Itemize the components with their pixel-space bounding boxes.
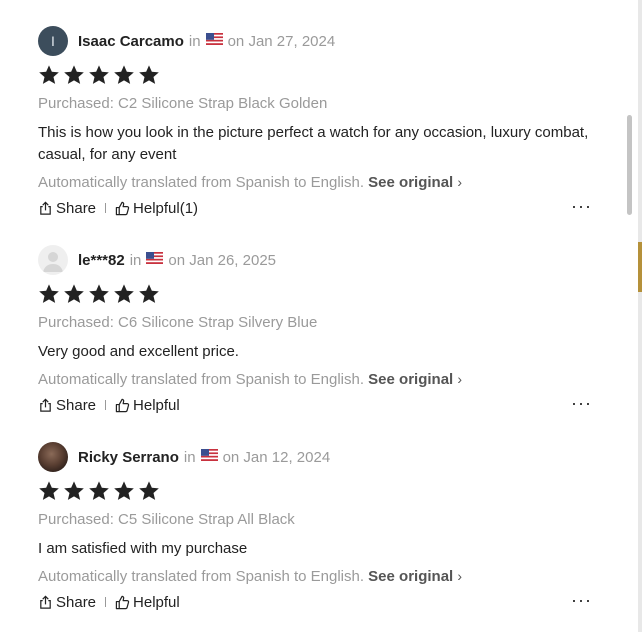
review-date: on Jan 12, 2024 (222, 448, 331, 466)
share-label: Share (56, 396, 97, 414)
star-icon (139, 481, 159, 500)
more-options-icon[interactable]: ··· (571, 591, 592, 609)
star-icon (89, 284, 109, 303)
divider (105, 400, 107, 410)
helpful-button[interactable]: Helpful (115, 397, 180, 414)
avatar (38, 245, 68, 275)
translation-note: Automatically translated from Spanish to… (38, 172, 608, 192)
star-rating (38, 480, 608, 502)
helpful-button[interactable]: Helpful (115, 594, 180, 611)
chevron-right-icon: › (457, 568, 463, 584)
star-icon (89, 65, 109, 84)
helpful-label: Helpful(1) (133, 199, 199, 217)
review-text: This is how you look in the picture perf… (38, 124, 589, 163)
star-icon (39, 65, 59, 84)
in-label: in (129, 251, 142, 269)
review-item: le***82 in on Jan 26, 2025 Purchased: C6… (38, 245, 608, 415)
star-icon (114, 481, 134, 500)
star-icon (39, 481, 59, 500)
review-actions: Share Helpful ··· (38, 591, 608, 612)
star-icon (64, 481, 84, 500)
star-rating (38, 64, 608, 86)
divider (105, 203, 107, 213)
star-icon (39, 284, 59, 303)
purchased-item: Purchased: C6 Silicone Strap Silvery Blu… (38, 314, 318, 331)
in-label: in (188, 32, 201, 50)
share-label: Share (56, 593, 97, 611)
helpful-label: Helpful (133, 593, 180, 611)
avatar (38, 442, 68, 472)
share-icon (40, 595, 51, 609)
review-date: on Jan 26, 2025 (168, 251, 276, 269)
translation-text: Automatically translated from Spanish to… (38, 371, 364, 388)
see-original-link[interactable]: See original (368, 568, 453, 585)
share-button[interactable]: Share (38, 594, 96, 611)
helpful-label: Helpful (133, 396, 180, 414)
divider (105, 597, 107, 607)
star-icon (89, 481, 109, 500)
reviewer-name: Isaac Carcamo (78, 32, 184, 50)
more-options-icon[interactable]: ··· (571, 197, 592, 215)
share-icon (40, 398, 51, 412)
thumbs-up-icon (115, 595, 130, 609)
share-label: Share (56, 199, 97, 217)
purchased-item: Purchased: C5 Silicone Strap All Black (38, 511, 295, 528)
avatar-letter: I (51, 33, 55, 49)
thumbs-up-icon (115, 201, 130, 215)
see-original-link[interactable]: See original (368, 174, 453, 191)
star-icon (139, 284, 159, 303)
reviews-panel: I Isaac Carcamo in on Jan 27, 2024 Purch… (0, 0, 642, 632)
default-user-icon (43, 252, 63, 272)
star-icon (139, 65, 159, 84)
us-flag-icon (205, 32, 223, 50)
review-header: Ricky Serrano in on Jan 12, 2024 (38, 442, 608, 472)
review-text: Very good and excellent price. (38, 343, 239, 360)
review-item: Ricky Serrano in on Jan 12, 2024 Purchas… (38, 442, 608, 612)
share-button[interactable]: Share (38, 200, 96, 217)
translation-note: Automatically translated from Spanish to… (38, 369, 608, 389)
share-icon (40, 201, 51, 215)
translation-text: Automatically translated from Spanish to… (38, 568, 364, 585)
scrollbar[interactable] (627, 115, 632, 215)
us-flag-icon (146, 251, 164, 269)
translation-text: Automatically translated from Spanish to… (38, 174, 364, 191)
review-date: on Jan 27, 2024 (227, 32, 336, 50)
review-header: I Isaac Carcamo in on Jan 27, 2024 (38, 26, 608, 56)
review-actions: Share Helpful ··· (38, 394, 608, 415)
see-original-link[interactable]: See original (368, 371, 453, 388)
star-icon (114, 284, 134, 303)
chevron-right-icon: › (457, 371, 463, 387)
star-rating (38, 283, 608, 305)
chevron-right-icon: › (457, 174, 463, 190)
reviewer-name: le***82 (78, 251, 125, 269)
window-edge (638, 0, 642, 632)
translation-note: Automatically translated from Spanish to… (38, 566, 608, 586)
star-icon (64, 284, 84, 303)
more-options-icon[interactable]: ··· (571, 394, 592, 412)
reviewer-name: Ricky Serrano (78, 448, 179, 466)
review-item: I Isaac Carcamo in on Jan 27, 2024 Purch… (38, 26, 608, 218)
review-actions: Share Helpful(1) ··· (38, 197, 608, 218)
avatar: I (38, 26, 68, 56)
star-icon (64, 65, 84, 84)
us-flag-icon (200, 448, 218, 466)
in-label: in (183, 448, 196, 466)
review-header: le***82 in on Jan 26, 2025 (38, 245, 608, 275)
purchased-item: Purchased: C2 Silicone Strap Black Golde… (38, 95, 328, 112)
thumbs-up-icon (115, 398, 130, 412)
star-icon (114, 65, 134, 84)
share-button[interactable]: Share (38, 397, 96, 414)
helpful-button[interactable]: Helpful(1) (115, 200, 198, 217)
review-text: I am satisfied with my purchase (38, 540, 248, 557)
edge-accent (638, 242, 642, 292)
